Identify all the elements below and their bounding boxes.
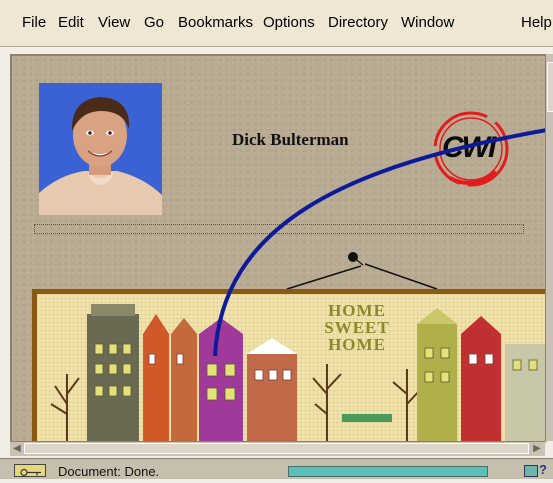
progress-bar <box>288 466 488 477</box>
vertical-scroll-thumb[interactable] <box>547 62 553 112</box>
menu-directory[interactable]: Directory <box>328 14 388 31</box>
document-viewport[interactable]: Dick Bulterman CWI HOME SWEET HOME <box>10 54 547 443</box>
menu-bookmarks[interactable]: Bookmarks <box>178 14 253 31</box>
menu-window[interactable]: Window <box>401 14 454 31</box>
menu-help[interactable]: Help <box>521 14 552 31</box>
sampler-canvas: HOME SWEET HOME <box>37 294 547 443</box>
security-key-icon[interactable] <box>14 464 46 477</box>
vertical-scrollbar[interactable] <box>545 54 553 441</box>
menu-view[interactable]: View <box>98 14 130 31</box>
home-sweet-home-sampler-image: HOME SWEET HOME <box>32 289 547 443</box>
menu-edit[interactable]: Edit <box>58 14 84 31</box>
picture-hanger-icon <box>277 246 447 291</box>
menu-go[interactable]: Go <box>144 14 164 31</box>
horizontal-scroll-thumb[interactable] <box>24 443 529 454</box>
cwi-logo[interactable]: CWI <box>430 108 512 190</box>
horizontal-divider <box>34 224 524 234</box>
status-bar: Document: Done. ? <box>0 458 553 479</box>
status-text: Document: Done. <box>58 464 160 479</box>
question-mark-icon[interactable]: ? <box>539 462 547 477</box>
menu-options[interactable]: Options <box>263 14 315 31</box>
menu-bar: File Edit View Go Bookmarks Options Dire… <box>0 0 553 47</box>
menu-file[interactable]: File <box>22 14 46 31</box>
horizontal-scrollbar[interactable]: ◀ ▶ <box>10 441 545 456</box>
mail-icon[interactable] <box>524 465 538 477</box>
scroll-right-arrow-icon[interactable]: ▶ <box>531 443 543 455</box>
cwi-logo-text: CWI <box>442 131 496 164</box>
sampler-houses <box>50 304 547 443</box>
portrait-photo <box>39 83 162 215</box>
scroll-left-arrow-icon[interactable]: ◀ <box>11 443 23 455</box>
person-name-heading: Dick Bulterman <box>232 130 349 149</box>
